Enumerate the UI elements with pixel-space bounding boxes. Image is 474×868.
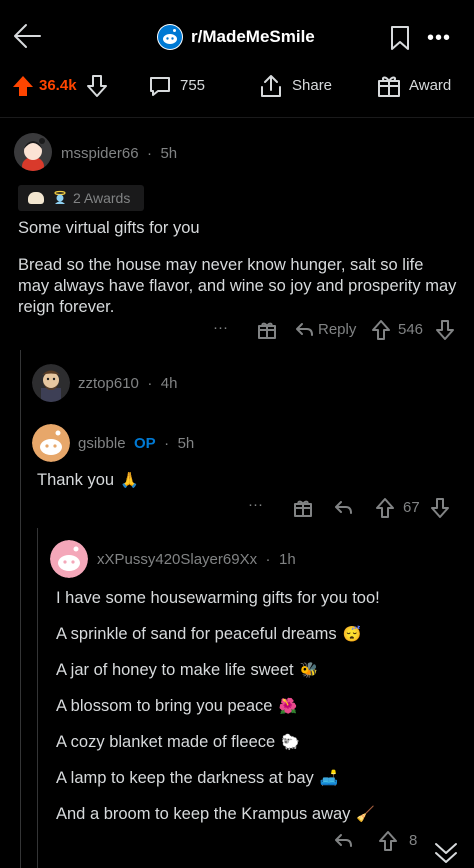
separator-dot: · <box>147 145 152 162</box>
bread-award-icon <box>28 192 44 204</box>
upvote-icon[interactable] <box>11 74 35 98</box>
comment-paragraph: Bread so the house may never know hunger… <box>18 256 457 316</box>
award-icon[interactable] <box>293 498 313 518</box>
comment-zztop610: zztop610 · 4h <box>28 360 468 406</box>
timestamp: 5h <box>177 435 195 452</box>
comment-meta: zztop610 · 4h <box>78 375 177 393</box>
username[interactable]: gsibble <box>78 435 126 452</box>
divider <box>0 117 474 118</box>
sleeping-face-emoji: 😴 <box>342 626 362 643</box>
comment-xxpussy420slayer69xx: xXPussy420Slayer69Xx · 1h I have some ho… <box>44 536 474 836</box>
comment-body: I have some housewarming gifts for you t… <box>56 588 466 840</box>
line-text: A lamp to keep the darkness at bay <box>56 769 314 787</box>
op-badge: OP <box>134 435 156 452</box>
comment-actions: 8 <box>0 830 474 854</box>
comment-icon[interactable] <box>148 74 172 98</box>
award-label[interactable]: Award <box>409 77 451 94</box>
post-action-bar: 36.4k 755 Share Award <box>0 70 474 104</box>
comment-msspider66: msspider66 · 5h 2 Awards Some virtual gi… <box>0 125 474 345</box>
avatar[interactable] <box>32 364 70 402</box>
line-text: I have some housewarming gifts for you t… <box>56 589 380 607</box>
award-icon[interactable] <box>376 73 402 99</box>
broom-emoji: 🧹 <box>356 806 376 823</box>
comment-paragraph: Some virtual gifts for you <box>18 219 200 237</box>
downvote-icon[interactable] <box>435 319 455 341</box>
comment-line: A sprinkle of sand for peaceful dreams 😴 <box>56 624 466 660</box>
timestamp: 5h <box>160 145 178 162</box>
awards-count: 2 Awards <box>73 190 131 206</box>
subreddit-icon[interactable] <box>157 24 183 50</box>
subreddit-name[interactable]: r/MadeMeSmile <box>191 27 315 47</box>
line-text: A blossom to bring you peace <box>56 697 273 715</box>
pray-emoji: 🙏 <box>120 472 139 489</box>
timestamp: 4h <box>160 375 178 392</box>
avatar[interactable] <box>14 133 52 171</box>
vote-count: 8 <box>409 832 418 849</box>
line-text: And a broom to keep the Krampus away <box>56 805 351 823</box>
line-text: A cozy blanket made of fleece <box>56 733 276 751</box>
post-vote-count: 36.4k <box>39 77 77 94</box>
comment-line: A blossom to bring you peace 🌺 <box>56 696 466 732</box>
awards-pill[interactable]: 2 Awards <box>18 185 144 211</box>
more-options-icon[interactable]: ··· <box>213 319 228 336</box>
share-icon[interactable] <box>258 73 284 99</box>
sheep-emoji: 🐑 <box>281 734 300 751</box>
comment-meta: xXPussy420Slayer69Xx · 1h <box>97 551 296 569</box>
timestamp: 1h <box>279 551 296 568</box>
username[interactable]: zztop610 <box>78 375 139 392</box>
thread-line <box>37 528 38 868</box>
bee-emoji: 🐝 <box>299 662 319 679</box>
collapse-chevron-icon[interactable] <box>432 840 460 866</box>
bookmark-icon[interactable] <box>389 24 411 52</box>
reply-label[interactable]: Reply <box>318 321 356 338</box>
angel-award-icon <box>53 190 67 206</box>
upvote-icon[interactable] <box>375 497 395 519</box>
avatar[interactable] <box>50 540 88 578</box>
comment-line: A jar of honey to make life sweet 🐝 <box>56 660 466 696</box>
reply-icon[interactable] <box>333 498 353 518</box>
hibiscus-emoji: 🌺 <box>278 698 298 715</box>
reply-icon[interactable] <box>333 831 353 851</box>
line-text: A sprinkle of sand for peaceful dreams <box>56 625 337 643</box>
upvote-icon[interactable] <box>378 830 398 852</box>
more-options-icon[interactable]: ••• <box>427 27 451 50</box>
comment-actions: ··· Reply 546 <box>0 319 474 343</box>
downvote-icon[interactable] <box>430 497 450 519</box>
username[interactable]: xXPussy420Slayer69Xx <box>97 551 257 568</box>
award-icon[interactable] <box>257 320 277 340</box>
back-arrow-icon[interactable] <box>12 22 42 50</box>
line-text: A jar of honey to make life sweet <box>56 661 294 679</box>
comment-meta: msspider66 · 5h <box>61 145 177 163</box>
share-label[interactable]: Share <box>292 77 332 94</box>
couch-lamp-emoji: 🛋️ <box>319 770 339 787</box>
comment-meta: gsibble OP · 5h <box>78 435 194 453</box>
username[interactable]: msspider66 <box>61 145 139 162</box>
comment-text: Thank you <box>37 471 115 489</box>
separator-dot: · <box>147 375 153 392</box>
header-bar: r/MadeMeSmile ••• <box>0 0 474 70</box>
comment-count[interactable]: 755 <box>180 77 205 94</box>
downvote-icon[interactable] <box>86 74 108 98</box>
comment-line: I have some housewarming gifts for you t… <box>56 588 466 624</box>
separator-dot: · <box>265 551 271 568</box>
comment-body: Thank you 🙏 <box>37 470 139 491</box>
reply-icon[interactable] <box>294 320 314 340</box>
vote-count: 67 <box>403 499 420 516</box>
more-options-icon[interactable]: ··· <box>248 496 263 513</box>
upvote-icon[interactable] <box>371 319 391 341</box>
thread-line <box>20 350 21 868</box>
comment-line: A lamp to keep the darkness at bay 🛋️ <box>56 768 466 804</box>
comment-line: A cozy blanket made of fleece 🐑 <box>56 732 466 768</box>
avatar[interactable] <box>32 424 70 462</box>
comment-body: Some virtual gifts for you Bread so the … <box>18 218 458 318</box>
vote-count: 546 <box>398 321 424 338</box>
separator-dot: · <box>164 435 170 452</box>
comment-actions: ··· 67 <box>0 496 474 520</box>
